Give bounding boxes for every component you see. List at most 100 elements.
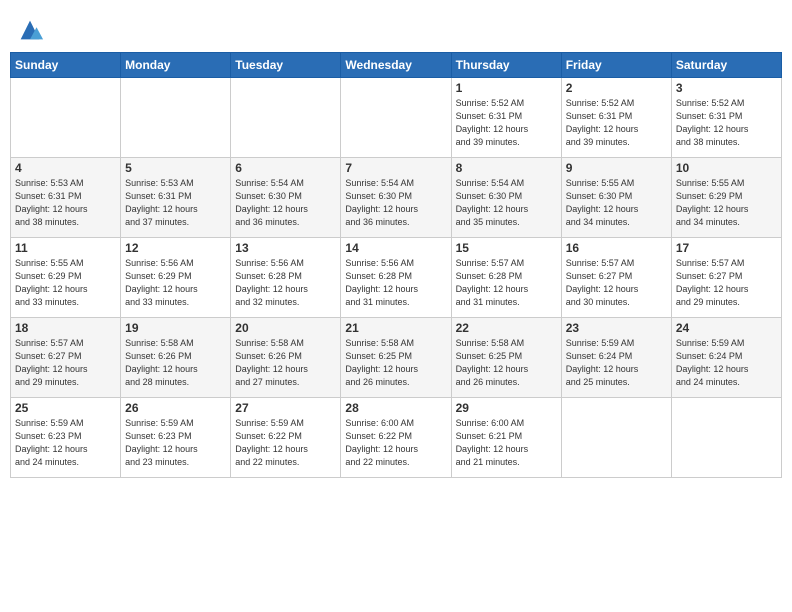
- day-info: Sunrise: 5:53 AMSunset: 6:31 PMDaylight:…: [15, 177, 116, 229]
- calendar-cell: [671, 398, 781, 478]
- calendar-cell: 12 Sunrise: 5:56 AMSunset: 6:29 PMDayligh…: [121, 238, 231, 318]
- day-info: Sunrise: 5:52 AMSunset: 6:31 PMDaylight:…: [676, 97, 777, 149]
- day-info: Sunrise: 5:59 AMSunset: 6:24 PMDaylight:…: [566, 337, 667, 389]
- day-info: Sunrise: 5:57 AMSunset: 6:27 PMDaylight:…: [676, 257, 777, 309]
- calendar-cell: 2 Sunrise: 5:52 AMSunset: 6:31 PMDaylight…: [561, 78, 671, 158]
- weekday-header-wednesday: Wednesday: [341, 53, 451, 78]
- day-number: 25: [15, 401, 116, 415]
- day-number: 20: [235, 321, 336, 335]
- calendar-cell: 26 Sunrise: 5:59 AMSunset: 6:23 PMDayligh…: [121, 398, 231, 478]
- weekday-header-thursday: Thursday: [451, 53, 561, 78]
- day-info: Sunrise: 6:00 AMSunset: 6:21 PMDaylight:…: [456, 417, 557, 469]
- day-number: 18: [15, 321, 116, 335]
- day-number: 26: [125, 401, 226, 415]
- page-header: [10, 10, 782, 44]
- weekday-header-sunday: Sunday: [11, 53, 121, 78]
- day-info: Sunrise: 5:53 AMSunset: 6:31 PMDaylight:…: [125, 177, 226, 229]
- calendar-cell: 22 Sunrise: 5:58 AMSunset: 6:25 PMDayligh…: [451, 318, 561, 398]
- day-info: Sunrise: 5:58 AMSunset: 6:26 PMDaylight:…: [235, 337, 336, 389]
- day-info: Sunrise: 5:52 AMSunset: 6:31 PMDaylight:…: [456, 97, 557, 149]
- day-number: 10: [676, 161, 777, 175]
- calendar-cell: 3 Sunrise: 5:52 AMSunset: 6:31 PMDaylight…: [671, 78, 781, 158]
- calendar-cell: [231, 78, 341, 158]
- calendar-cell: [341, 78, 451, 158]
- day-info: Sunrise: 5:57 AMSunset: 6:28 PMDaylight:…: [456, 257, 557, 309]
- day-info: Sunrise: 5:59 AMSunset: 6:24 PMDaylight:…: [676, 337, 777, 389]
- day-info: Sunrise: 5:58 AMSunset: 6:25 PMDaylight:…: [456, 337, 557, 389]
- day-info: Sunrise: 5:59 AMSunset: 6:22 PMDaylight:…: [235, 417, 336, 469]
- day-info: Sunrise: 5:55 AMSunset: 6:29 PMDaylight:…: [15, 257, 116, 309]
- day-number: 12: [125, 241, 226, 255]
- calendar-cell: 23 Sunrise: 5:59 AMSunset: 6:24 PMDayligh…: [561, 318, 671, 398]
- day-number: 2: [566, 81, 667, 95]
- weekday-header-monday: Monday: [121, 53, 231, 78]
- calendar-cell: 20 Sunrise: 5:58 AMSunset: 6:26 PMDayligh…: [231, 318, 341, 398]
- calendar-cell: 14 Sunrise: 5:56 AMSunset: 6:28 PMDayligh…: [341, 238, 451, 318]
- calendar-cell: 13 Sunrise: 5:56 AMSunset: 6:28 PMDayligh…: [231, 238, 341, 318]
- calendar-cell: [561, 398, 671, 478]
- weekday-header-saturday: Saturday: [671, 53, 781, 78]
- day-number: 28: [345, 401, 446, 415]
- calendar-cell: 18 Sunrise: 5:57 AMSunset: 6:27 PMDayligh…: [11, 318, 121, 398]
- day-info: Sunrise: 5:54 AMSunset: 6:30 PMDaylight:…: [345, 177, 446, 229]
- day-number: 7: [345, 161, 446, 175]
- calendar-cell: 27 Sunrise: 5:59 AMSunset: 6:22 PMDayligh…: [231, 398, 341, 478]
- day-number: 5: [125, 161, 226, 175]
- day-number: 22: [456, 321, 557, 335]
- day-info: Sunrise: 5:56 AMSunset: 6:28 PMDaylight:…: [235, 257, 336, 309]
- day-info: Sunrise: 5:56 AMSunset: 6:29 PMDaylight:…: [125, 257, 226, 309]
- day-info: Sunrise: 5:56 AMSunset: 6:28 PMDaylight:…: [345, 257, 446, 309]
- calendar-cell: [11, 78, 121, 158]
- calendar-cell: 24Sunrise: 5:59 AMSunset: 6:24 PMDayligh…: [671, 318, 781, 398]
- day-info: Sunrise: 5:59 AMSunset: 6:23 PMDaylight:…: [15, 417, 116, 469]
- day-number: 23: [566, 321, 667, 335]
- weekday-header-friday: Friday: [561, 53, 671, 78]
- calendar-week-3: 11 Sunrise: 5:55 AMSunset: 6:29 PMDayligh…: [11, 238, 782, 318]
- calendar-table: SundayMondayTuesdayWednesdayThursdayFrid…: [10, 52, 782, 478]
- day-number: 15: [456, 241, 557, 255]
- logo-icon: [16, 16, 44, 44]
- calendar-cell: 28 Sunrise: 6:00 AMSunset: 6:22 PMDayligh…: [341, 398, 451, 478]
- day-number: 17: [676, 241, 777, 255]
- day-info: Sunrise: 5:55 AMSunset: 6:30 PMDaylight:…: [566, 177, 667, 229]
- day-info: Sunrise: 5:55 AMSunset: 6:29 PMDaylight:…: [676, 177, 777, 229]
- calendar-cell: 4 Sunrise: 5:53 AMSunset: 6:31 PMDaylight…: [11, 158, 121, 238]
- calendar-cell: 15 Sunrise: 5:57 AMSunset: 6:28 PMDayligh…: [451, 238, 561, 318]
- calendar-cell: 10 Sunrise: 5:55 AMSunset: 6:29 PMDayligh…: [671, 158, 781, 238]
- day-number: 8: [456, 161, 557, 175]
- calendar-cell: 16 Sunrise: 5:57 AMSunset: 6:27 PMDayligh…: [561, 238, 671, 318]
- day-info: Sunrise: 6:00 AMSunset: 6:22 PMDaylight:…: [345, 417, 446, 469]
- calendar-cell: [121, 78, 231, 158]
- day-info: Sunrise: 5:58 AMSunset: 6:26 PMDaylight:…: [125, 337, 226, 389]
- calendar-cell: 17 Sunrise: 5:57 AMSunset: 6:27 PMDayligh…: [671, 238, 781, 318]
- day-number: 11: [15, 241, 116, 255]
- day-number: 6: [235, 161, 336, 175]
- day-number: 9: [566, 161, 667, 175]
- calendar-week-1: 1Sunrise: 5:52 AMSunset: 6:31 PMDaylight…: [11, 78, 782, 158]
- day-info: Sunrise: 5:59 AMSunset: 6:23 PMDaylight:…: [125, 417, 226, 469]
- calendar-header-row: SundayMondayTuesdayWednesdayThursdayFrid…: [11, 53, 782, 78]
- day-number: 13: [235, 241, 336, 255]
- day-info: Sunrise: 5:58 AMSunset: 6:25 PMDaylight:…: [345, 337, 446, 389]
- day-info: Sunrise: 5:57 AMSunset: 6:27 PMDaylight:…: [566, 257, 667, 309]
- day-number: 3: [676, 81, 777, 95]
- calendar-week-5: 25 Sunrise: 5:59 AMSunset: 6:23 PMDayligh…: [11, 398, 782, 478]
- day-number: 4: [15, 161, 116, 175]
- day-number: 16: [566, 241, 667, 255]
- day-info: Sunrise: 5:52 AMSunset: 6:31 PMDaylight:…: [566, 97, 667, 149]
- calendar-week-2: 4 Sunrise: 5:53 AMSunset: 6:31 PMDaylight…: [11, 158, 782, 238]
- calendar-cell: 25 Sunrise: 5:59 AMSunset: 6:23 PMDayligh…: [11, 398, 121, 478]
- weekday-header-tuesday: Tuesday: [231, 53, 341, 78]
- calendar-cell: 5 Sunrise: 5:53 AMSunset: 6:31 PMDaylight…: [121, 158, 231, 238]
- calendar-cell: 11 Sunrise: 5:55 AMSunset: 6:29 PMDayligh…: [11, 238, 121, 318]
- day-number: 21: [345, 321, 446, 335]
- day-number: 14: [345, 241, 446, 255]
- calendar-cell: 7 Sunrise: 5:54 AMSunset: 6:30 PMDaylight…: [341, 158, 451, 238]
- logo: [14, 16, 44, 44]
- calendar-cell: 19 Sunrise: 5:58 AMSunset: 6:26 PMDayligh…: [121, 318, 231, 398]
- day-info: Sunrise: 5:57 AMSunset: 6:27 PMDaylight:…: [15, 337, 116, 389]
- day-number: 27: [235, 401, 336, 415]
- day-number: 19: [125, 321, 226, 335]
- calendar-cell: 1Sunrise: 5:52 AMSunset: 6:31 PMDaylight…: [451, 78, 561, 158]
- day-info: Sunrise: 5:54 AMSunset: 6:30 PMDaylight:…: [456, 177, 557, 229]
